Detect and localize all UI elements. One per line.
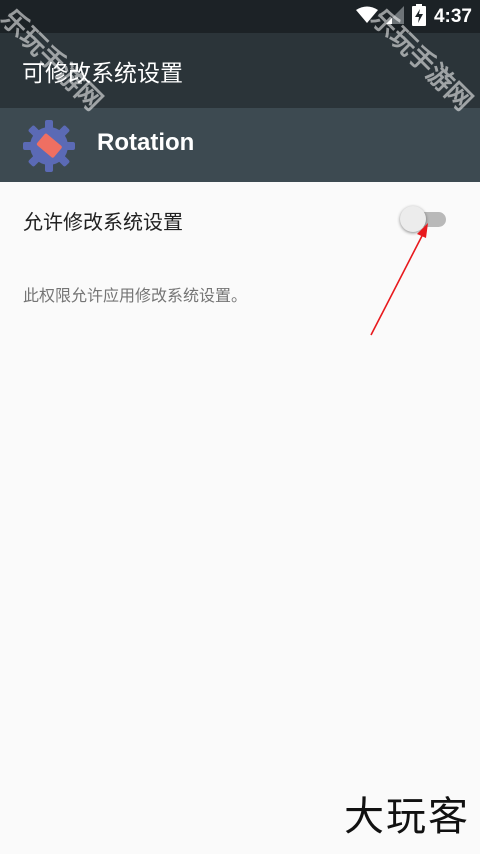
watermark-bottom: 大玩客 — [344, 794, 470, 840]
allow-modify-settings-toggle[interactable] — [398, 204, 450, 234]
setting-label: 允许修改系统设置 — [23, 210, 183, 234]
rotation-app-icon — [23, 120, 75, 172]
status-time: 4:37 — [433, 5, 472, 27]
setting-description: 此权限允许应用修改系统设置。 — [23, 286, 248, 305]
app-name: Rotation — [97, 129, 195, 156]
allow-modify-settings-row[interactable]: 允许修改系统设置 — [0, 182, 480, 256]
app-header: Rotation — [0, 108, 480, 182]
toggle-thumb — [400, 206, 426, 232]
